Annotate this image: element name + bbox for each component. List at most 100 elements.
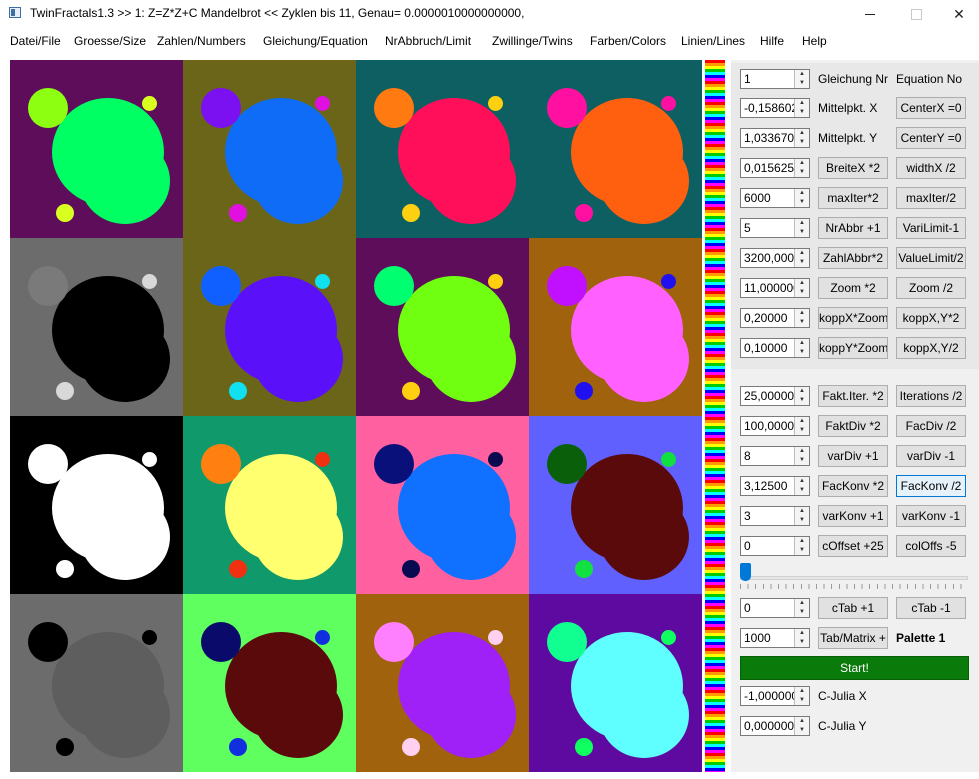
menu-gleichung[interactable]: Gleichung/Equation — [263, 34, 368, 48]
equation-number-spinbox[interactable]: 1 ▲ ▼ — [740, 69, 810, 89]
spin-arrows[interactable]: ▲ ▼ — [794, 249, 809, 267]
spin-down-icon[interactable]: ▼ — [795, 138, 809, 147]
spin-down-icon[interactable]: ▼ — [795, 696, 809, 705]
spin-up-icon[interactable]: ▲ — [795, 70, 809, 79]
fackonv-div2-button[interactable]: FacKonv /2 — [896, 475, 966, 497]
spin-down-icon[interactable]: ▼ — [795, 318, 809, 327]
spin-arrows[interactable]: ▲ ▼ — [794, 387, 809, 405]
spin-arrows[interactable]: ▲ ▼ — [794, 189, 809, 207]
fakt-iter-x2-button[interactable]: Fakt.Iter. *2 — [818, 385, 888, 407]
coffset-plus-button[interactable]: cOffset +25 — [818, 535, 888, 557]
spin-arrows[interactable]: ▲ ▼ — [794, 417, 809, 435]
fackonv-x2-button[interactable]: FacKonv *2 — [818, 475, 888, 497]
maxiter-spinbox[interactable]: 6000 ▲ ▼ — [740, 188, 810, 208]
spin-up-icon[interactable]: ▲ — [795, 309, 809, 318]
spin-down-icon[interactable]: ▼ — [795, 426, 809, 435]
koppx-zoom-button[interactable]: koppX*Zoom — [818, 307, 888, 329]
vardiv-minus-button[interactable]: varDiv -1 — [896, 445, 966, 467]
spin-up-icon[interactable]: ▲ — [795, 219, 809, 228]
spin-down-icon[interactable]: ▼ — [795, 258, 809, 267]
fractal-tile[interactable] — [529, 594, 702, 772]
julia-x-spinbox[interactable]: -1,0000000▲▼ — [740, 686, 810, 706]
koppy-zoom-button[interactable]: koppY*Zoom — [818, 337, 888, 359]
vardiv-spinbox[interactable]: 8 ▲ ▼ — [740, 446, 810, 466]
varkonv-plus-button[interactable]: varKonv +1 — [818, 505, 888, 527]
tab-matrix-plus-button[interactable]: Tab/Matrix + — [818, 627, 888, 649]
spin-arrows[interactable]: ▲ ▼ — [794, 507, 809, 525]
fractal-canvas[interactable] — [10, 60, 702, 772]
spin-arrows[interactable]: ▲ ▼ — [794, 537, 809, 555]
spin-down-icon[interactable]: ▼ — [795, 79, 809, 88]
zahlabbr-x2-button[interactable]: ZahlAbbr*2 — [818, 247, 888, 269]
color-offset-slider[interactable] — [740, 576, 968, 580]
center-x-zero-button[interactable]: CenterX =0 — [896, 97, 966, 119]
menu-zahlen[interactable]: Zahlen/Numbers — [157, 34, 246, 48]
spin-up-icon[interactable]: ▲ — [795, 249, 809, 258]
varkonv-spinbox[interactable]: 3 ▲ ▼ — [740, 506, 810, 526]
spin-down-icon[interactable]: ▼ — [795, 396, 809, 405]
nrabbr-plus-button[interactable]: NrAbbr +1 — [818, 217, 888, 239]
spin-up-icon[interactable]: ▲ — [795, 387, 809, 396]
coffset-spinbox[interactable]: 0 ▲ ▼ — [740, 536, 810, 556]
start-button[interactable]: Start! — [740, 656, 969, 680]
ctab-minus-button[interactable]: cTab -1 — [896, 597, 966, 619]
spin-up-icon[interactable]: ▲ — [795, 687, 809, 696]
width-div2-button[interactable]: widthX /2 — [896, 157, 966, 179]
spin-arrows[interactable]: ▲ ▼ — [794, 159, 809, 177]
width-x2-button[interactable]: BreiteX *2 — [818, 157, 888, 179]
spin-down-icon[interactable]: ▼ — [795, 168, 809, 177]
spin-up-icon[interactable]: ▲ — [795, 159, 809, 168]
spin-up-icon[interactable]: ▲ — [795, 507, 809, 516]
spin-up-icon[interactable]: ▲ — [795, 537, 809, 546]
spin-up-icon[interactable]: ▲ — [795, 189, 809, 198]
fractal-tile[interactable] — [356, 416, 529, 594]
spin-up-icon[interactable]: ▲ — [795, 129, 809, 138]
fractal-tile[interactable] — [356, 594, 529, 772]
minimize-button[interactable] — [847, 0, 893, 28]
spin-down-icon[interactable]: ▼ — [795, 608, 809, 617]
nrabbr-spinbox[interactable]: 5 ▲ ▼ — [740, 218, 810, 238]
spin-down-icon[interactable]: ▼ — [795, 726, 809, 735]
width-spinbox[interactable]: 0,0156250 ▲ ▼ — [740, 158, 810, 178]
fractal-tile[interactable] — [10, 238, 183, 416]
spin-arrows[interactable]: ▲ ▼ — [794, 477, 809, 495]
spin-up-icon[interactable]: ▲ — [795, 477, 809, 486]
spin-up-icon[interactable]: ▲ — [795, 447, 809, 456]
spin-arrows[interactable]: ▲ ▼ — [794, 447, 809, 465]
spin-down-icon[interactable]: ▼ — [795, 456, 809, 465]
fractal-tile[interactable] — [183, 238, 356, 416]
menu-linien[interactable]: Linien/Lines — [681, 34, 745, 48]
slider-handle[interactable] — [740, 563, 751, 581]
spin-up-icon[interactable]: ▲ — [795, 279, 809, 288]
iterations-div2-button[interactable]: Iterations /2 — [896, 385, 966, 407]
menu-groesse[interactable]: Groesse/Size — [74, 34, 146, 48]
spin-down-icon[interactable]: ▼ — [795, 638, 809, 647]
spin-arrows[interactable]: ▲ ▼ — [794, 629, 809, 647]
facdiv-div2-button[interactable]: FacDiv /2 — [896, 415, 966, 437]
menu-nrabbruch[interactable]: NrAbbruch/Limit — [385, 34, 471, 48]
spin-down-icon[interactable]: ▼ — [795, 348, 809, 357]
menu-datei[interactable]: Datei/File — [10, 34, 61, 48]
spin-up-icon[interactable]: ▲ — [795, 717, 809, 726]
spin-up-icon[interactable]: ▲ — [795, 339, 809, 348]
zoom-spinbox[interactable]: 11,0000000▲▼ — [740, 278, 810, 298]
spin-down-icon[interactable]: ▼ — [795, 546, 809, 555]
center-y-zero-button[interactable]: CenterY =0 — [896, 127, 966, 149]
spin-up-icon[interactable]: ▲ — [795, 417, 809, 426]
coloffs-minus-button[interactable]: colOffs -5 — [896, 535, 966, 557]
fractal-tile[interactable] — [10, 416, 183, 594]
menu-help[interactable]: Help — [802, 34, 827, 48]
spin-down-icon[interactable]: ▼ — [795, 288, 809, 297]
menu-zwillinge[interactable]: Zwillinge/Twins — [492, 34, 573, 48]
tab-matrix-spinbox[interactable]: 1000 ▲ ▼ — [740, 628, 810, 648]
zoom-x2-button[interactable]: Zoom *2 — [818, 277, 888, 299]
fractal-tile[interactable] — [529, 60, 702, 238]
spin-down-icon[interactable]: ▼ — [795, 108, 809, 117]
spin-arrows[interactable]: ▲ ▼ — [794, 99, 809, 117]
varilimit-minus-button[interactable]: VariLimit-1 — [896, 217, 966, 239]
zahlabbr-spinbox[interactable]: 3200,00000▲▼ — [740, 248, 810, 268]
fakt-iter-spinbox[interactable]: 25,00000 ▲ ▼ — [740, 386, 810, 406]
spin-arrows[interactable]: ▲ ▼ — [794, 279, 809, 297]
close-button[interactable]: ✕ — [939, 0, 979, 28]
spin-up-icon[interactable]: ▲ — [795, 599, 809, 608]
